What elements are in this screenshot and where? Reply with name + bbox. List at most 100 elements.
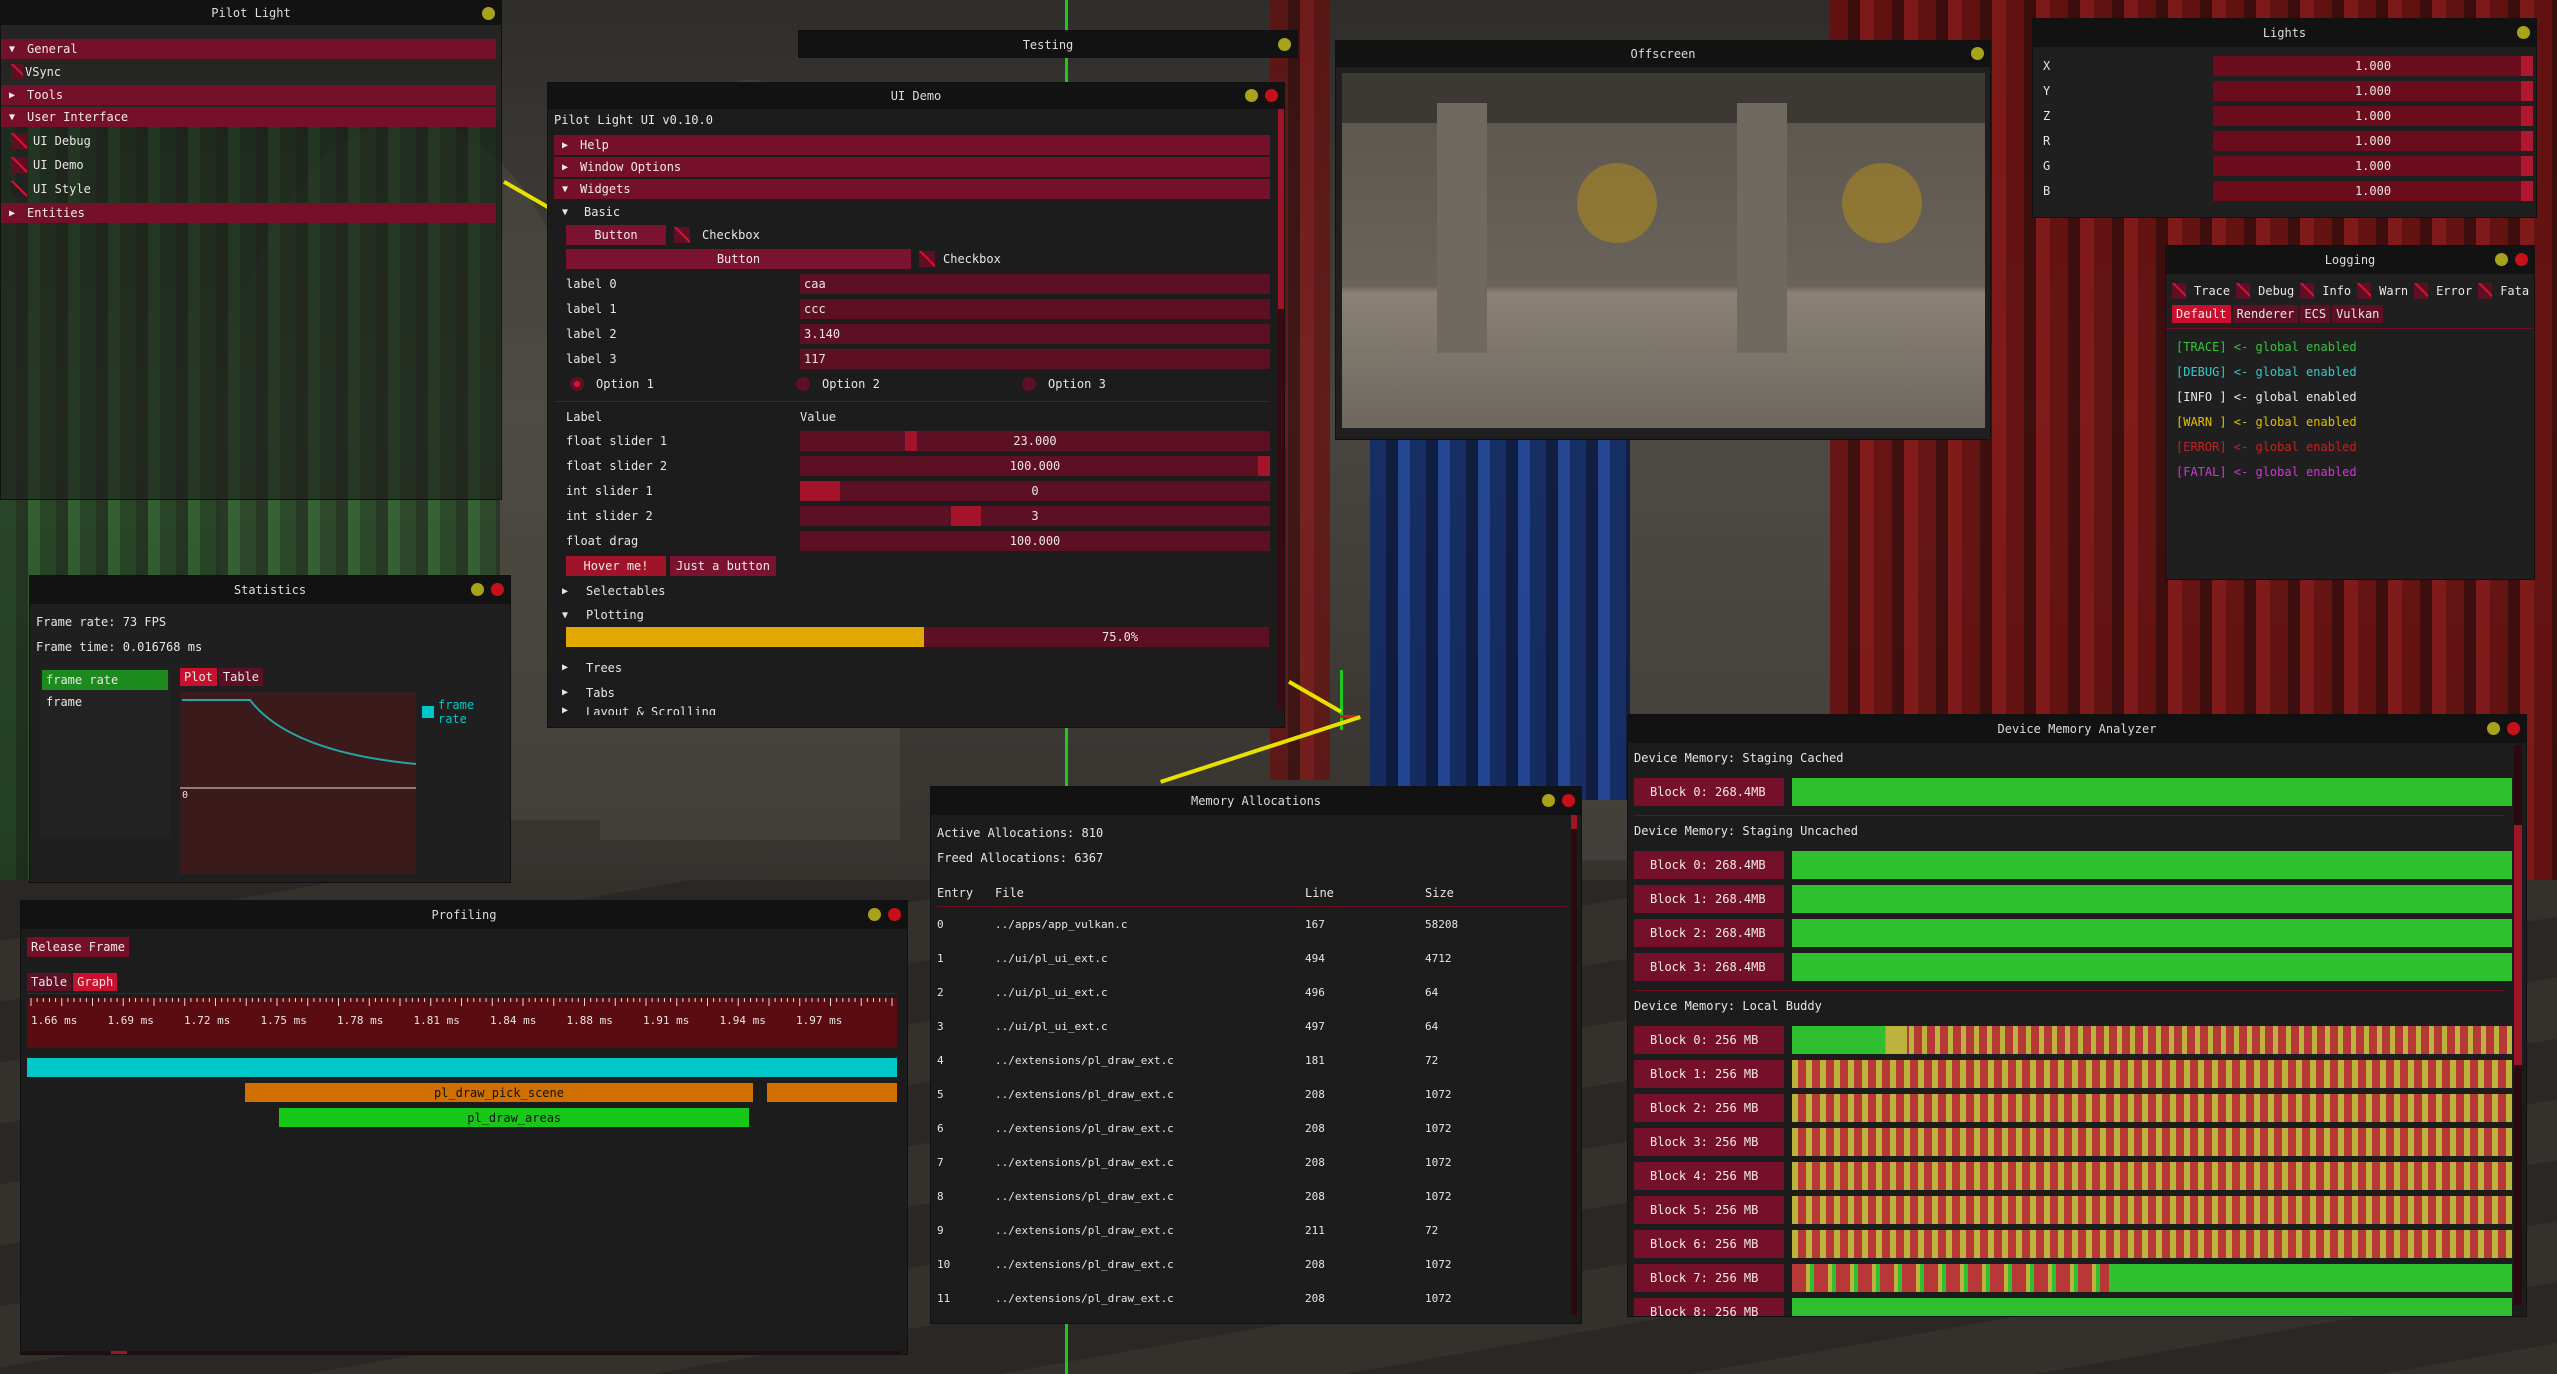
ui-style-checkbox[interactable] [11, 181, 27, 197]
ui-debug-checkbox[interactable] [11, 133, 27, 149]
log-level-checkbox[interactable] [2414, 283, 2429, 299]
checkbox[interactable] [674, 227, 690, 243]
dma-block-label[interactable]: Block 1: 256 MB [1634, 1060, 1784, 1088]
collapse-icon[interactable] [1278, 38, 1291, 51]
dma-block-bar[interactable] [1792, 778, 2512, 806]
dma-block-label[interactable]: Block 0: 268.4MB [1634, 778, 1784, 806]
dma-block-bar[interactable] [1792, 1298, 2512, 1316]
collapse-icon[interactable] [2495, 253, 2508, 266]
light-slider[interactable]: 1.000 [2213, 80, 2533, 101]
profile-bar[interactable] [27, 1058, 897, 1077]
header-window-options[interactable]: ▶ Window Options [554, 157, 1270, 177]
logging-titlebar[interactable]: Logging [2166, 246, 2534, 274]
pilot-light-window[interactable]: Pilot Light ▼ General VSync ▶ Tools ▼ User … [0, 0, 502, 500]
timeline-ruler[interactable]: 1.66 ms 1.69 ms 1.72 ms 1.75 ms 1.78 ms 1.81 … [27, 998, 897, 1048]
statistics-window[interactable]: Statistics Frame rate: 73 FPS Frame time… [29, 575, 511, 883]
text-input[interactable]: caa [800, 273, 1270, 294]
close-icon[interactable] [2507, 722, 2520, 735]
dma-block-bar[interactable] [1792, 919, 2512, 947]
option-1-radio[interactable] [570, 377, 584, 391]
dma-block-bar[interactable] [1792, 1264, 2512, 1292]
drag-input[interactable]: 100.000 [800, 530, 1270, 551]
dma-block-bar[interactable] [1792, 851, 2512, 879]
log-channel-tab[interactable]: Vulkan [2332, 305, 2384, 323]
tab-table[interactable]: Table [27, 973, 72, 991]
memory-row[interactable]: 9 ../extensions/pl_draw_ext.c 211 72 [937, 1213, 1581, 1247]
light-slider[interactable]: 1.000 [2213, 130, 2533, 151]
dma-block-label[interactable]: Block 0: 268.4MB [1634, 851, 1784, 879]
log-level-toggle[interactable]: Warn [2357, 283, 2408, 299]
dma-block-label[interactable]: Block 2: 268.4MB [1634, 919, 1784, 947]
slider-grab[interactable] [2521, 130, 2533, 151]
dma-block-bar[interactable] [1792, 1230, 2512, 1258]
testing-titlebar[interactable]: Testing [799, 31, 1297, 57]
slider-grab[interactable] [1258, 455, 1270, 476]
slider-grab[interactable] [800, 480, 840, 501]
slider-grab[interactable] [2521, 55, 2533, 76]
light-slider[interactable]: 1.000 [2213, 105, 2533, 126]
scrollbar[interactable] [1278, 109, 1284, 709]
log-level-checkbox[interactable] [2478, 283, 2493, 299]
release-frame-button[interactable]: Release Frame [27, 937, 129, 957]
dma-block-label[interactable]: Block 3: 256 MB [1634, 1128, 1784, 1156]
light-slider[interactable]: 1.000 [2213, 180, 2533, 201]
offscreen-window[interactable]: Offscreen [1335, 40, 1991, 440]
collapse-icon[interactable] [471, 583, 484, 596]
collapse-icon[interactable] [868, 908, 881, 921]
log-channel-tab[interactable]: ECS [2300, 305, 2331, 323]
dma-block-label[interactable]: Block 2: 256 MB [1634, 1094, 1784, 1122]
tree-tabs[interactable]: ▶ Tabs [554, 680, 1284, 705]
tab-graph[interactable]: Graph [73, 973, 118, 991]
tree-basic[interactable]: ▼ Basic [554, 201, 1284, 223]
horizontal-scrollbar[interactable] [21, 1351, 901, 1354]
tab-table[interactable]: Table [218, 668, 264, 686]
pilot-light-titlebar[interactable]: Pilot Light [1, 1, 501, 25]
slider[interactable]: 0 [800, 480, 1270, 501]
log-level-toggle[interactable]: Error [2414, 283, 2472, 299]
light-slider[interactable]: 1.000 [2213, 55, 2533, 76]
dma-block-bar[interactable] [1792, 1196, 2512, 1224]
dma-block-label[interactable]: Block 5: 256 MB [1634, 1196, 1784, 1224]
ui-demo-titlebar[interactable]: UI Demo [548, 83, 1284, 109]
memory-row[interactable]: 8 ../extensions/pl_draw_ext.c 208 1072 [937, 1179, 1581, 1213]
collapse-icon[interactable] [1542, 794, 1555, 807]
log-level-toggle[interactable]: Info [2300, 283, 2351, 299]
dma-block-label[interactable]: Block 8: 256 MB [1634, 1298, 1784, 1316]
option-3-radio[interactable] [1022, 377, 1036, 391]
header-tools[interactable]: ▶ Tools [1, 85, 496, 105]
memory-titlebar[interactable]: Memory Allocations [931, 787, 1581, 815]
collapse-icon[interactable] [1971, 47, 1984, 60]
just-a-button[interactable]: Just a button [670, 556, 776, 576]
lights-titlebar[interactable]: Lights [2033, 19, 2536, 47]
dma-titlebar[interactable]: Device Memory Analyzer [1628, 715, 2526, 743]
lights-window[interactable]: Lights X 1.000 Y 1.000 Z 1.000 R 1.000 G 1.000 B 1.… [2032, 18, 2537, 218]
dma-block-bar[interactable] [1792, 953, 2512, 981]
log-channel-tab[interactable]: Renderer [2232, 305, 2299, 323]
dma-block-label[interactable]: Block 3: 268.4MB [1634, 953, 1784, 981]
stat-item-frame-rate[interactable]: frame rate [42, 670, 168, 690]
dma-scrollbar[interactable] [2514, 745, 2522, 1305]
header-general[interactable]: ▼ General [1, 39, 496, 59]
profiling-titlebar[interactable]: Profiling [21, 901, 907, 929]
memory-row[interactable]: 5 ../extensions/pl_draw_ext.c 208 1072 [937, 1077, 1581, 1111]
ui-demo-window[interactable]: UI Demo Pilot Light UI v0.10.0 ▶ Help ▶ Wi… [547, 82, 1285, 728]
slider[interactable]: 100.000 [800, 455, 1270, 476]
log-level-toggle[interactable]: Trace [2172, 283, 2230, 299]
dma-block-bar[interactable] [1792, 1128, 2512, 1156]
close-icon[interactable] [2515, 253, 2528, 266]
log-channel-tab[interactable]: Default [2172, 305, 2231, 323]
logging-window[interactable]: Logging Trace Debug Info Warn Error Fata Defa… [2165, 245, 2535, 580]
tab-plot[interactable]: Plot [180, 668, 217, 686]
header-widgets[interactable]: ▼ Widgets [554, 179, 1270, 199]
memory-row[interactable]: 4 ../extensions/pl_draw_ext.c 181 72 [937, 1043, 1581, 1077]
profile-bar[interactable] [766, 1083, 897, 1102]
close-icon[interactable] [491, 583, 504, 596]
vsync-checkbox-row[interactable]: VSync [1, 61, 501, 83]
ui-demo-checkbox-row[interactable]: UI Demo [1, 153, 501, 177]
memory-row[interactable]: 7 ../extensions/pl_draw_ext.c 208 1072 [937, 1145, 1581, 1179]
hover-me-button[interactable]: Hover me! [566, 556, 666, 576]
dma-block-label[interactable]: Block 1: 268.4MB [1634, 885, 1784, 913]
slider-grab[interactable] [2521, 155, 2533, 176]
statistics-titlebar[interactable]: Statistics [30, 576, 510, 604]
tree-trees[interactable]: ▶ Trees [554, 655, 1284, 680]
